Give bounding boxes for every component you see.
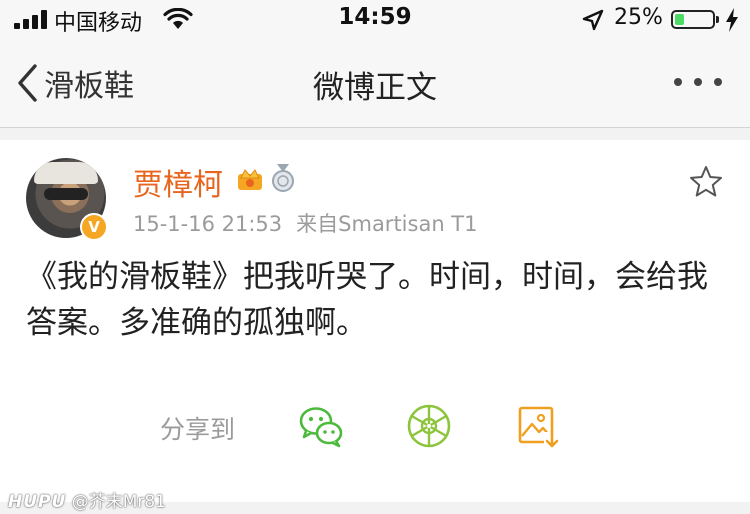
post-text: 《我的滑板鞋》把我听哭了。时间，时间，会给我答案。多准确的孤独啊。 [26,259,708,341]
username[interactable]: 贾樟柯 [133,160,223,204]
save-image-icon[interactable] [514,402,562,450]
battery-icon [671,10,715,29]
battery-percent: 25% [614,5,663,30]
share-label: 分享到 [160,415,236,444]
watermark-handle: @芥末Mr81 [71,492,166,512]
status-bar: 中国移动 14:59 25% [0,0,750,40]
battery-cap [716,16,719,23]
battery-fill [675,14,684,25]
watermark-logo: HUPU [8,492,67,512]
post-source[interactable]: 来自Smartisan T1 [296,212,477,236]
location-arrow-icon [582,9,604,31]
page-title: 微博正文 [313,70,437,106]
watermark: HUPU @芥末Mr81 [8,487,166,512]
share-row: 分享到 [0,400,750,460]
post-timestamp: 15-1-16 21:53 [133,212,283,236]
post-card: V 贾樟柯 15-1-16 21:53 来自Smartisan T1 《我的滑板鞋… [0,140,750,502]
wechat-icon[interactable] [297,402,345,450]
verified-badge: V [80,213,108,241]
charging-icon [726,8,738,32]
favorite-star-button[interactable] [688,164,724,200]
moments-icon[interactable] [405,402,453,450]
vip-crown-icon [238,169,262,190]
post-meta: 15-1-16 21:53 来自Smartisan T1 [133,208,478,238]
medal-icon [272,164,294,192]
nav-bar: 滑板鞋 微博正文 [0,40,750,128]
more-dots-icon[interactable] [674,78,726,90]
